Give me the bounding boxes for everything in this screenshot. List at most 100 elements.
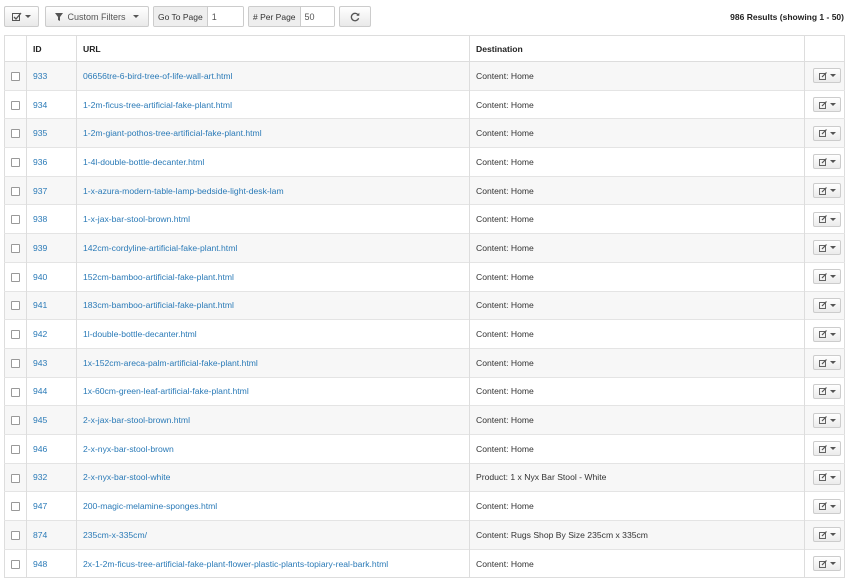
row-actions-button[interactable] <box>813 469 841 485</box>
row-actions-button[interactable] <box>813 211 841 227</box>
row-checkbox[interactable] <box>11 330 20 340</box>
row-url-link[interactable]: 183cm-bamboo-artificial-fake-plant.html <box>83 300 234 310</box>
row-id-link[interactable]: 938 <box>33 214 47 224</box>
row-actions-button[interactable] <box>813 154 841 170</box>
row-actions-button[interactable] <box>813 97 841 113</box>
row-actions-button[interactable] <box>813 527 841 543</box>
edit-icon <box>818 272 827 281</box>
row-url-link[interactable]: 235cm-x-335cm/ <box>83 530 147 540</box>
row-url-link[interactable]: 1x-60cm-green-leaf-artificial-fake-plant… <box>83 386 249 396</box>
id-cell: 935 <box>26 118 77 148</box>
row-url-link[interactable]: 1-2m-ficus-tree-artificial-fake-plant.ht… <box>83 100 232 110</box>
row-actions-button[interactable] <box>813 68 841 84</box>
row-url-link[interactable]: 152cm-bamboo-artificial-fake-plant.html <box>83 272 234 282</box>
id-column-header[interactable]: ID <box>26 35 77 62</box>
custom-filters-button[interactable]: Custom Filters <box>45 6 149 27</box>
edit-icon <box>818 416 827 425</box>
actions-cell <box>804 233 845 263</box>
row-actions-button[interactable] <box>813 183 841 199</box>
row-id-link[interactable]: 932 <box>33 472 47 482</box>
row-id-link[interactable]: 934 <box>33 100 47 110</box>
row-checkbox[interactable] <box>11 530 20 540</box>
go-to-page-input[interactable] <box>207 7 243 26</box>
row-actions-button[interactable] <box>813 556 841 572</box>
row-id-link[interactable]: 935 <box>33 128 47 138</box>
mass-select-button[interactable] <box>4 6 39 27</box>
row-url-link[interactable]: 2-x-nyx-bar-stool-brown <box>83 444 174 454</box>
row-checkbox[interactable] <box>11 215 20 225</box>
row-actions-button[interactable] <box>813 383 841 399</box>
row-url-link[interactable]: 2-x-jax-bar-stool-brown.html <box>83 415 190 425</box>
row-actions-button[interactable] <box>813 498 841 514</box>
row-checkbox[interactable] <box>11 358 20 368</box>
row-checkbox[interactable] <box>11 444 20 454</box>
refresh-button[interactable] <box>339 6 371 27</box>
row-id-link[interactable]: 944 <box>33 386 47 396</box>
row-url-link[interactable]: 1-4l-double-bottle-decanter.html <box>83 157 204 167</box>
row-url-link[interactable]: 1l-double-bottle-decanter.html <box>83 329 197 339</box>
chevron-down-icon <box>829 504 836 508</box>
id-cell: 940 <box>26 261 77 291</box>
table-row: 947 200-magic-melamine-sponges.html Conten… <box>4 491 845 521</box>
row-id-link[interactable]: 940 <box>33 272 47 282</box>
row-checkbox[interactable] <box>11 129 20 139</box>
row-checkbox[interactable] <box>11 387 20 397</box>
row-url-link[interactable]: 1-2m-giant-pothos-tree-artificial-fake-p… <box>83 128 262 138</box>
row-id-link[interactable]: 943 <box>33 358 47 368</box>
destination-cell: Content: Home <box>469 147 805 177</box>
row-select-cell <box>4 147 27 177</box>
row-url-link[interactable]: 1x-152cm-areca-palm-artificial-fake-plan… <box>83 358 258 368</box>
row-id-link[interactable]: 936 <box>33 157 47 167</box>
go-to-page-group: Go To Page <box>153 6 244 27</box>
edit-icon <box>818 444 827 453</box>
actions-cell <box>804 376 845 406</box>
row-url-link[interactable]: 2x-1-2m-ficus-tree-artificial-fake-plant… <box>83 559 388 569</box>
url-column-header[interactable]: URL <box>76 35 470 62</box>
row-id-link[interactable]: 948 <box>33 559 47 569</box>
row-url-link[interactable]: 2-x-nyx-bar-stool-white <box>83 472 170 482</box>
row-actions-button[interactable] <box>813 326 841 342</box>
row-checkbox[interactable] <box>11 244 20 254</box>
custom-filters-label: Custom Filters <box>67 11 126 22</box>
row-url-link[interactable]: 142cm-cordyline-artificial-fake-plant.ht… <box>83 243 237 253</box>
row-select-cell <box>4 204 27 234</box>
row-actions-button[interactable] <box>813 355 841 371</box>
row-url-link[interactable]: 06656tre-6-bird-tree-of-life-wall-art.ht… <box>83 71 232 81</box>
row-id-link[interactable]: 942 <box>33 329 47 339</box>
row-id-link[interactable]: 945 <box>33 415 47 425</box>
per-page-input[interactable] <box>300 7 334 26</box>
row-select-cell <box>4 462 27 492</box>
row-url-link[interactable]: 1-x-jax-bar-stool-brown.html <box>83 214 190 224</box>
row-actions-button[interactable] <box>813 441 841 457</box>
row-actions-button[interactable] <box>813 297 841 313</box>
row-actions-button[interactable] <box>813 240 841 256</box>
row-checkbox[interactable] <box>11 502 20 512</box>
chevron-down-icon <box>829 74 836 78</box>
row-actions-button[interactable] <box>813 412 841 428</box>
row-id-link[interactable]: 939 <box>33 243 47 253</box>
row-id-link[interactable]: 937 <box>33 186 47 196</box>
row-id-link[interactable]: 946 <box>33 444 47 454</box>
destination-column-header[interactable]: Destination <box>469 35 805 62</box>
row-checkbox[interactable] <box>11 301 20 311</box>
edit-icon <box>818 100 827 109</box>
edit-icon <box>818 215 827 224</box>
row-id-link[interactable]: 941 <box>33 300 47 310</box>
row-id-link[interactable]: 933 <box>33 71 47 81</box>
row-checkbox[interactable] <box>11 416 20 426</box>
url-cell: 152cm-bamboo-artificial-fake-plant.html <box>76 261 470 291</box>
row-checkbox[interactable] <box>11 559 20 569</box>
row-checkbox[interactable] <box>11 272 20 282</box>
row-checkbox[interactable] <box>11 71 20 81</box>
row-checkbox[interactable] <box>11 100 20 110</box>
row-checkbox[interactable] <box>11 158 20 168</box>
row-id-link[interactable]: 947 <box>33 501 47 511</box>
row-checkbox[interactable] <box>11 186 20 196</box>
row-id-link[interactable]: 874 <box>33 530 47 540</box>
row-url-link[interactable]: 200-magic-melamine-sponges.html <box>83 501 217 511</box>
row-checkbox[interactable] <box>11 473 20 483</box>
row-actions-button[interactable] <box>813 269 841 285</box>
row-url-link[interactable]: 1-x-azura-modern-table-lamp-bedside-ligh… <box>83 186 284 196</box>
row-actions-button[interactable] <box>813 125 841 141</box>
row-select-cell <box>4 61 27 91</box>
